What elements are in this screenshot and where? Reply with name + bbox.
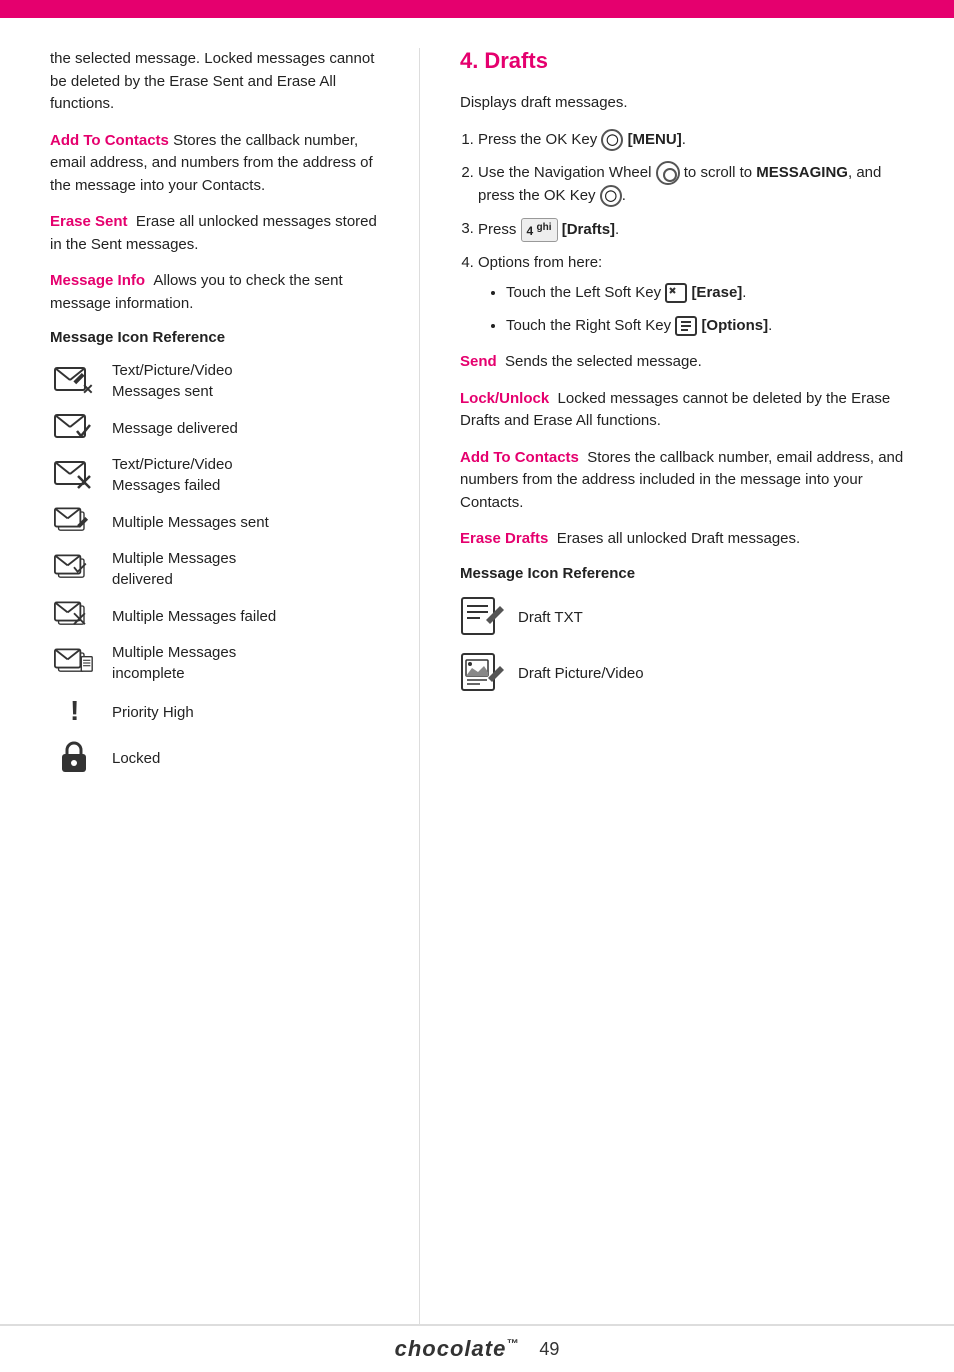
brand-suffix: ™ — [506, 1337, 519, 1351]
intro-paragraph: the selected message. Locked messages ca… — [50, 48, 389, 116]
send-block: Send Sends the selected message. — [460, 351, 914, 374]
msg-delivered-label: Message delivered — [112, 418, 238, 439]
msg-sent-icon: ✕ — [50, 365, 98, 397]
add-to-contacts-label: Add To Contacts — [50, 132, 169, 149]
bullet-options: Touch the Right Soft Key [Options]. — [506, 315, 914, 338]
ok-key-icon: ◯ — [601, 129, 623, 151]
list-item: ✕ Text/Picture/VideoMessages sent — [50, 360, 389, 402]
right-icon-section-heading: Message Icon Reference — [460, 565, 914, 582]
message-info-label: Message Info — [50, 272, 145, 289]
multi-delivered-icon — [50, 553, 98, 585]
message-info-block: Message Info Allows you to check the sen… — [50, 270, 389, 315]
multi-sent-label: Multiple Messages sent — [112, 512, 269, 533]
list-item: Draft TXT — [460, 596, 914, 640]
msg-failed-icon — [50, 459, 98, 491]
multi-sent-icon — [50, 506, 98, 538]
right-add-to-contacts-block: Add To Contacts Stores the callback numb… — [460, 447, 914, 515]
list-item: Text/Picture/VideoMessages failed — [50, 454, 389, 496]
page-number: 49 — [539, 1339, 559, 1360]
msg-sent-label: Text/Picture/VideoMessages sent — [112, 360, 233, 402]
multi-failed-label: Multiple Messages failed — [112, 606, 276, 627]
msg-delivered-icon — [50, 412, 98, 444]
send-text: Sends the selected message. — [505, 353, 702, 370]
multi-incomplete-icon — [50, 647, 98, 679]
top-bar — [0, 0, 954, 18]
draft-txt-label: Draft TXT — [518, 607, 583, 628]
svg-text:✕: ✕ — [82, 381, 94, 397]
erase-drafts-block: Erase Drafts Erases all unlocked Draft m… — [460, 528, 914, 551]
list-item: Message delivered — [50, 412, 389, 444]
drafts-steps: Press the OK Key ◯ [MENU]. Use the Navig… — [478, 129, 914, 338]
multi-failed-icon — [50, 600, 98, 632]
erase-sent-label: Erase Sent — [50, 213, 128, 230]
multi-incomplete-label: Multiple Messagesincomplete — [112, 642, 236, 684]
list-item: Locked — [50, 740, 389, 776]
right-add-to-contacts-label: Add To Contacts — [460, 449, 579, 466]
draft-pic-icon — [460, 652, 504, 696]
ok-key-icon-2: ◯ — [600, 185, 622, 207]
step-3: Press 4 ghi [Drafts]. — [478, 218, 914, 242]
key-4-icon: 4 ghi — [521, 218, 558, 242]
section-number: 4. — [460, 48, 478, 74]
list-item: Multiple Messagesincomplete — [50, 642, 389, 684]
svg-text:!: ! — [70, 695, 79, 726]
list-item: ! Priority High — [50, 694, 389, 730]
lock-unlock-label: Lock/Unlock — [460, 390, 549, 407]
draft-pic-label: Draft Picture/Video — [518, 663, 644, 684]
footer: chocolate™ 49 — [0, 1324, 954, 1372]
brand-name: chocolate™ — [395, 1336, 520, 1362]
bullet-erase: Touch the Left Soft Key [Erase]. — [506, 282, 914, 305]
erase-drafts-text: Erases all unlocked Draft messages. — [557, 530, 800, 547]
left-column: the selected message. Locked messages ca… — [0, 48, 420, 1324]
options-list: Touch the Left Soft Key [Erase]. Touch t… — [506, 282, 914, 337]
right-column: 4. Drafts Displays draft messages. Press… — [420, 48, 954, 1324]
priority-label: Priority High — [112, 702, 194, 723]
step-4: Options from here: Touch the Left Soft K… — [478, 252, 914, 338]
list-item: Draft Picture/Video — [460, 652, 914, 696]
left-icon-section-heading: Message Icon Reference — [50, 329, 389, 346]
lock-label: Locked — [112, 748, 160, 769]
page-content: the selected message. Locked messages ca… — [0, 18, 954, 1324]
left-icon-ref-table: ✕ Text/Picture/VideoMessages sent Mes — [50, 360, 389, 776]
nav-wheel-icon — [656, 161, 680, 185]
lock-unlock-block: Lock/Unlock Locked messages cannot be de… — [460, 388, 914, 433]
drafts-intro: Displays draft messages. — [460, 92, 914, 115]
step-1: Press the OK Key ◯ [MENU]. — [478, 129, 914, 152]
send-label: Send — [460, 353, 497, 370]
multi-delivered-label: Multiple Messagesdelivered — [112, 548, 236, 590]
lock-icon — [50, 740, 98, 776]
list-item: Multiple Messages failed — [50, 600, 389, 632]
list-item: Multiple Messages sent — [50, 506, 389, 538]
erase-sent-block: Erase Sent Erase all unlocked messages s… — [50, 211, 389, 256]
add-to-contacts-block: Add To Contacts Stores the callback numb… — [50, 130, 389, 198]
section-title: Drafts — [484, 48, 548, 74]
draft-txt-icon — [460, 596, 504, 640]
msg-failed-label: Text/Picture/VideoMessages failed — [112, 454, 233, 496]
step-2: Use the Navigation Wheel to scroll to ME… — [478, 161, 914, 208]
erase-drafts-label: Erase Drafts — [460, 530, 548, 547]
priority-icon: ! — [50, 694, 98, 730]
list-item: Multiple Messagesdelivered — [50, 548, 389, 590]
